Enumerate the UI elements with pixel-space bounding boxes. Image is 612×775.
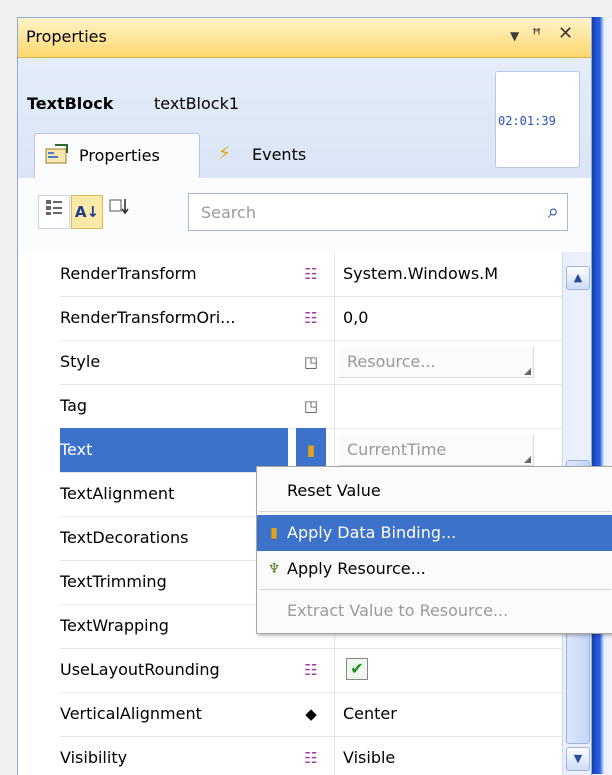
row-gutter — [18, 428, 60, 472]
property-name: Visibility — [60, 748, 128, 767]
property-name: Style — [60, 352, 101, 371]
property-value-cell[interactable]: 0,0 — [334, 296, 562, 340]
row-gutter — [18, 560, 60, 604]
row-gutter — [18, 604, 60, 648]
lightning-icon: ⚡ — [218, 143, 231, 164]
element-type-name: TextBlock — [27, 94, 114, 113]
property-row-rendertransform[interactable]: RenderTransform ☷ System.Windows.M — [18, 252, 562, 297]
filter-button[interactable] — [104, 195, 134, 227]
preview-text: 02:01:39 — [498, 114, 556, 128]
property-value-cell[interactable]: Center — [334, 692, 562, 736]
row-gutter — [18, 296, 60, 340]
menu-item-label: Reset Value — [287, 481, 381, 500]
property-row-style[interactable]: Style ◳ Resource... — [18, 340, 562, 385]
window-edge — [590, 17, 612, 774]
advanced-properties-icon[interactable]: ☷ — [296, 252, 326, 296]
search-box: ⌕ — [188, 193, 568, 231]
resource-square-icon[interactable]: ◳ — [296, 384, 326, 428]
property-name: TextWrapping — [60, 616, 169, 635]
diamond-icon[interactable]: ◆ — [296, 692, 326, 736]
search-icon[interactable]: ⌕ — [548, 199, 559, 223]
tab-properties[interactable]: Properties — [34, 133, 200, 178]
menu-item-reset-value[interactable]: Reset Value — [257, 473, 612, 509]
properties-toolbar: A↓ ⌕ — [18, 178, 591, 252]
advanced-properties-icon[interactable]: ☷ — [296, 736, 326, 775]
property-row-tag[interactable]: Tag ◳ — [18, 384, 562, 429]
scroll-down-button[interactable]: ▼ — [566, 747, 590, 771]
scroll-up-button[interactable]: ▲ — [566, 266, 590, 290]
resource-brush-icon: ♆ — [267, 561, 281, 577]
properties-panel: Properties ▼ ꟸ ✕ TextBlock textBlock1 02… — [17, 17, 592, 775]
categorized-icon — [44, 200, 64, 222]
context-menu: Reset Value ▮ Apply Data Binding... ♆ Apply … — [256, 466, 612, 634]
property-name: Tag — [60, 396, 88, 415]
resource-square-icon[interactable]: ◳ — [296, 340, 326, 384]
property-name: Text — [60, 428, 288, 472]
property-value-cell[interactable] — [334, 384, 562, 428]
property-row-visibility[interactable]: Visibility ☷ Visible — [18, 736, 562, 775]
row-gutter — [18, 516, 60, 560]
menu-item-extract-value-to-resource: Extract Value to Resource... — [257, 593, 612, 629]
property-row-verticalalignment[interactable]: VerticalAlignment ◆ Center — [18, 692, 562, 737]
tab-events-label: Events — [252, 145, 307, 164]
tab-events[interactable]: ⚡ Events — [210, 133, 330, 177]
data-binding-icon: ▮ — [270, 525, 278, 541]
dropdown-arrow-icon[interactable]: ▼ — [510, 29, 519, 43]
menu-separator — [259, 511, 611, 512]
property-name: VerticalAlignment — [60, 704, 202, 723]
tab-properties-label: Properties — [79, 146, 160, 165]
property-value-cell[interactable]: Visible — [334, 736, 562, 775]
menu-item-label: Apply Data Binding... — [287, 523, 457, 542]
sort-alphabetical-button[interactable]: A↓ — [71, 195, 103, 229]
property-row-rendertransformori[interactable]: RenderTransformOri... ☷ 0,0 — [18, 296, 562, 341]
properties-icon — [45, 144, 69, 169]
menu-item-label: Apply Resource... — [287, 559, 426, 578]
row-gutter — [18, 692, 60, 736]
row-gutter — [18, 648, 60, 692]
property-name: RenderTransformOri... — [60, 308, 236, 327]
property-name: RenderTransform — [60, 264, 197, 283]
close-icon[interactable]: ✕ — [558, 23, 573, 44]
property-value-cell[interactable]: System.Windows.M — [334, 252, 562, 296]
property-row-uselayoutrounding[interactable]: UseLayoutRounding ☷ ✔ — [18, 648, 562, 693]
menu-item-apply-resource[interactable]: ♆ Apply Resource... — [257, 551, 612, 587]
row-gutter — [18, 736, 60, 775]
property-name: UseLayoutRounding — [60, 660, 220, 679]
element-instance-name[interactable]: textBlock1 — [154, 94, 239, 113]
search-input[interactable] — [199, 202, 523, 223]
advanced-properties-icon[interactable]: ☷ — [296, 648, 326, 692]
property-name: TextAlignment — [60, 484, 175, 503]
row-gutter — [18, 340, 60, 384]
row-gutter — [18, 384, 60, 428]
element-preview: 02:01:39 — [495, 71, 580, 168]
panel-title: Properties — [26, 27, 107, 46]
categorize-button[interactable] — [38, 195, 70, 229]
panel-title-bar: Properties ▼ ꟸ ✕ — [18, 18, 591, 58]
checkbox[interactable]: ✔ — [346, 658, 368, 680]
row-gutter — [18, 472, 60, 516]
pin-icon[interactable]: ꟸ — [532, 25, 541, 44]
menu-item-label: Extract Value to Resource... — [287, 601, 509, 620]
menu-item-apply-data-binding[interactable]: ▮ Apply Data Binding... — [257, 515, 612, 551]
row-gutter — [18, 252, 60, 296]
property-value-cell[interactable] — [334, 648, 562, 692]
property-value-cell[interactable] — [334, 340, 562, 384]
advanced-properties-icon[interactable]: ☷ — [296, 296, 326, 340]
filter-icon — [108, 199, 130, 221]
property-name: TextTrimming — [60, 572, 167, 591]
menu-separator — [259, 589, 611, 590]
property-name: TextDecorations — [60, 528, 189, 547]
sort-az-icon: A↓ — [74, 203, 100, 221]
